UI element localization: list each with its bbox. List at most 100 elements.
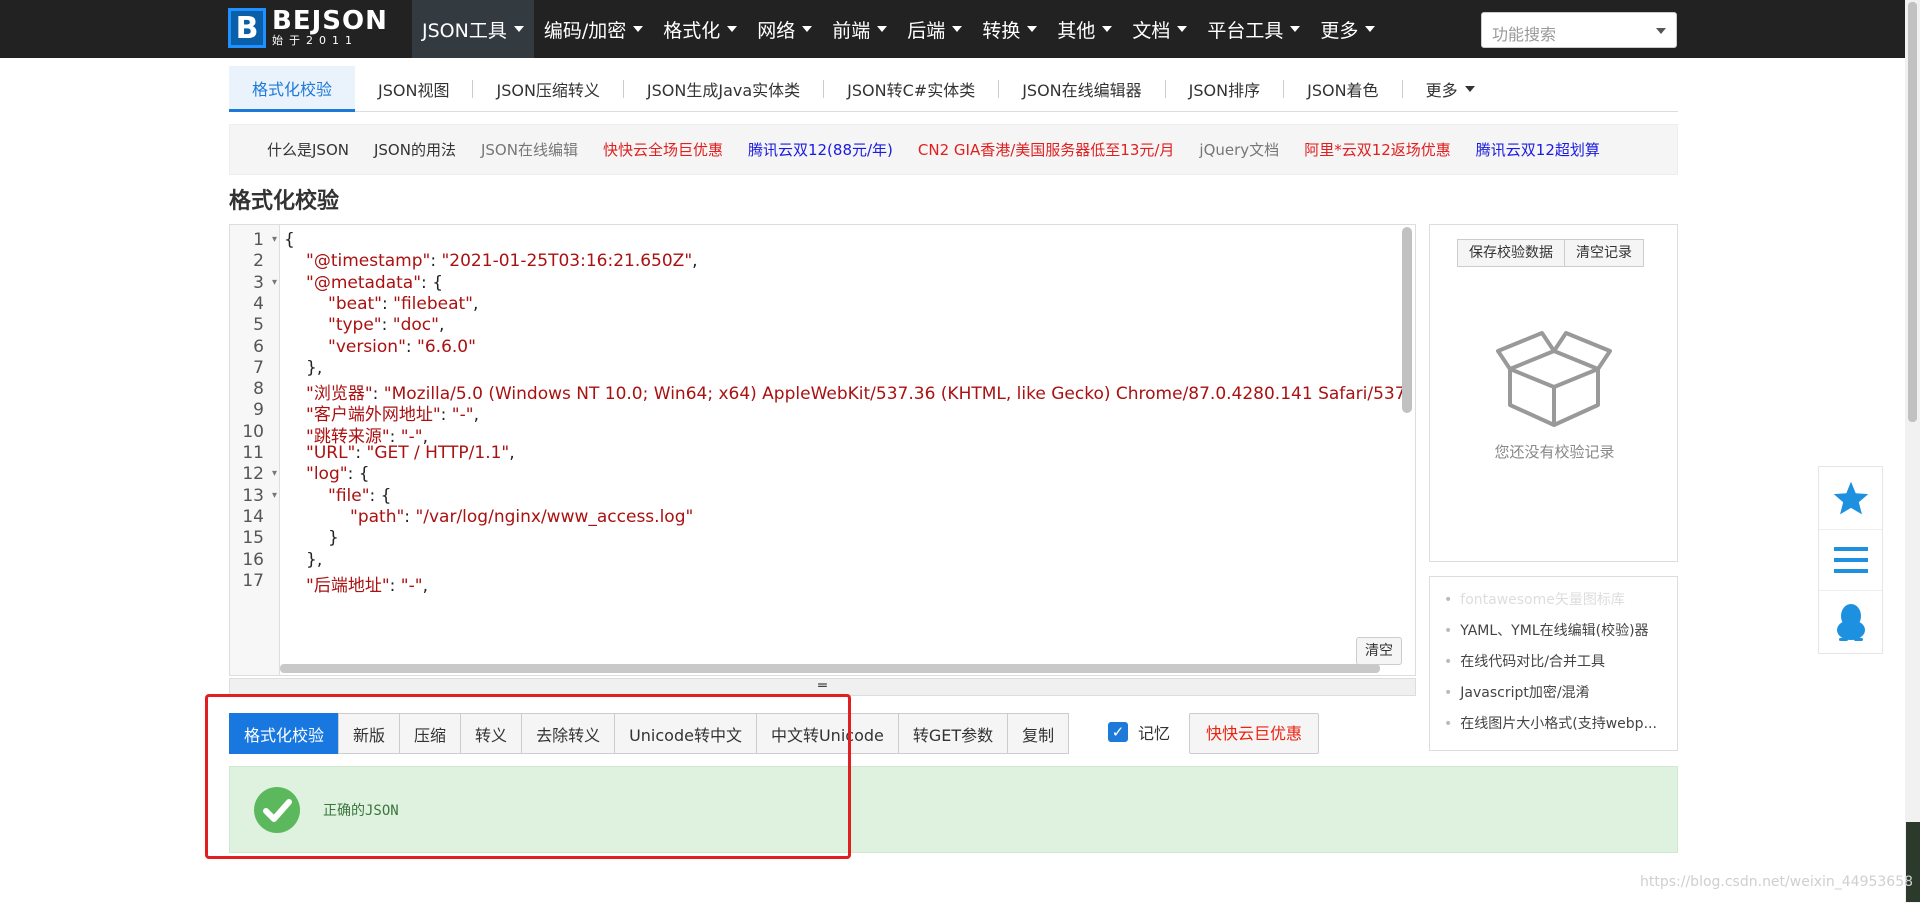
line-number: 3 [253,272,264,293]
top-link[interactable]: 快快云全场巨优惠 [603,139,723,160]
json-value: "/var/log/nginx/www_access.log" [415,506,694,527]
nav-item[interactable]: 更多 [1310,0,1385,58]
line-number: 1 [253,230,264,250]
json-punct: , [422,575,428,596]
json-punct: { [432,272,444,293]
promo-button[interactable]: 快快云巨优惠 [1189,713,1320,754]
tab-item[interactable]: JSON生成Java实体类 [624,66,823,112]
tab-item[interactable]: 更多 [1403,66,1498,112]
site-logo[interactable]: B BEJSON 始于2011 [228,8,388,48]
tab-item[interactable]: JSON排序 [1166,66,1283,112]
star-icon[interactable] [1819,467,1882,529]
chevron-down-icon [513,26,524,32]
nav-item-label: 编码/加密 [543,19,627,42]
nav-item[interactable]: 网络 [747,0,822,58]
chevron-down-icon [1027,26,1038,32]
nav-item[interactable]: 其他 [1047,0,1122,58]
toolbar-button[interactable]: 复制 [1007,713,1070,754]
top-link[interactable]: jQuery文档 [1199,139,1279,160]
nav-item[interactable]: 前端 [822,0,897,58]
fold-arrow-icon[interactable]: ▾ [272,490,277,501]
tab-item[interactable]: 格式化校验 [229,66,356,112]
related-tool-link[interactable]: 在线代码对比/合并工具 [1444,647,1667,678]
line-number: 8 [253,379,264,400]
code-line: }, [306,550,322,570]
json-key: "path" [350,506,405,527]
chevron-down-icon [727,26,738,32]
nav-item-label: 更多 [1320,19,1359,42]
line-number: 12 [242,464,264,485]
line-number: 4 [253,293,264,314]
top-link[interactable]: 什么是JSON [267,139,349,160]
related-tool-link[interactable]: YAML、YML在线编辑(校验)器 [1444,616,1667,647]
nav-item-label: 其他 [1057,19,1096,42]
code-line: "type": "doc", [328,315,445,336]
code-area[interactable]: {"@timestamp": "2021-01-25T03:16:21.650Z… [284,225,1403,665]
nav-item[interactable]: 后端 [897,0,972,58]
code-line: }, [306,358,322,378]
nav-item[interactable]: 平台工具 [1197,0,1310,58]
json-editor[interactable]: 1 ▾ 2 3 ▾ 4 5 6 7 8 9 10 11 12 ▾ 13 ▾ 14 15 16 17 {"@timesta… [229,224,1416,676]
related-tool-link[interactable]: Javascript加密/混淆 [1444,678,1667,709]
top-navbar: B BEJSON 始于2011 JSON工具 编码/加密 格式化 网络 前端 后端 转换 其他… [0,0,1920,58]
tab-label: JSON在线编辑器 [1022,81,1142,100]
qq-penguin-icon[interactable] [1819,591,1882,653]
related-tool-link[interactable]: fontawesome矢量图标库 [1444,585,1667,616]
json-punct: , [692,251,698,272]
search-placeholder: 功能搜索 [1492,25,1557,44]
json-value: "GET / HTTP/1.1" [366,443,510,463]
json-value: "-" [400,575,423,596]
feature-search-select[interactable]: 功能搜索 [1481,12,1677,48]
tab-item[interactable]: JSON着色 [1284,66,1401,112]
editor-horizontal-scrollbar[interactable] [280,664,1380,673]
checkbox-checked-icon[interactable]: ✓ [1108,722,1128,742]
fold-arrow-icon[interactable]: ▾ [272,234,277,245]
menu-icon[interactable] [1819,529,1882,591]
clear-history-button[interactable]: 清空记录 [1564,239,1644,267]
line-number: 16 [242,549,264,570]
code-line: { [284,230,295,250]
top-link[interactable]: 腾讯云双12(88元/年) [748,139,893,160]
nav-item[interactable]: JSON工具 [412,0,534,58]
code-line: "version": "6.6.0" [328,336,476,357]
line-number: 9 [253,400,264,421]
tab-item[interactable]: JSON转C#实体类 [824,66,998,112]
json-key: "file" [328,485,370,506]
nav-item[interactable]: 文档 [1122,0,1197,58]
remember-label: 记忆 [1138,724,1171,743]
top-link[interactable]: CN2 GIA香港/美国服务器低至13元/月 [918,139,1175,160]
line-number: 13 [242,485,264,506]
fold-arrow-icon[interactable]: ▾ [272,468,277,479]
related-tool-link[interactable]: 在线图片大小格式(支持webp... [1444,709,1667,740]
top-link[interactable]: 腾讯云双12超划算 [1476,139,1600,160]
nav-item[interactable]: 转换 [972,0,1047,58]
nav-item-label: 转换 [982,19,1021,42]
tab-label: JSON转C#实体类 [847,81,976,100]
save-data-button[interactable]: 保存校验数据 [1457,239,1565,267]
top-link[interactable]: JSON的用法 [374,139,456,160]
remember-checkbox[interactable]: ✓ 记忆 [1108,720,1170,744]
code-line: "log": { [306,464,370,485]
toolbar-button[interactable]: 转GET参数 [897,713,1009,754]
tab-label: 格式化校验 [252,79,333,99]
chevron-down-icon [952,26,963,32]
nav-item[interactable]: 格式化 [653,0,747,58]
json-punct: { [358,464,370,485]
editor-vertical-scrollbar[interactable] [1402,227,1412,413]
line-number: 17 [242,570,264,591]
json-value: "-" [451,405,474,426]
tab-label: JSON排序 [1188,81,1261,100]
fold-arrow-icon[interactable]: ▾ [272,277,277,288]
clear-editor-button[interactable]: 清空 [1356,637,1402,665]
tool-tabs: 格式化校验 JSON视图 JSON压缩转义 JSON生成Java实体类 JSON转C#实… [229,66,1678,112]
tab-item[interactable]: JSON压缩转义 [473,66,622,112]
tab-item[interactable]: JSON视图 [355,66,472,112]
chevron-down-icon [1464,86,1475,92]
page-scrollbar[interactable] [1905,0,1920,903]
tab-item[interactable]: JSON在线编辑器 [999,66,1164,112]
top-link[interactable]: 阿里*云双12返场优惠 [1304,139,1451,160]
chevron-down-icon [802,26,813,32]
top-link[interactable]: JSON在线编辑 [481,139,578,160]
json-value: "doc" [392,315,439,336]
nav-item[interactable]: 编码/加密 [534,0,653,58]
